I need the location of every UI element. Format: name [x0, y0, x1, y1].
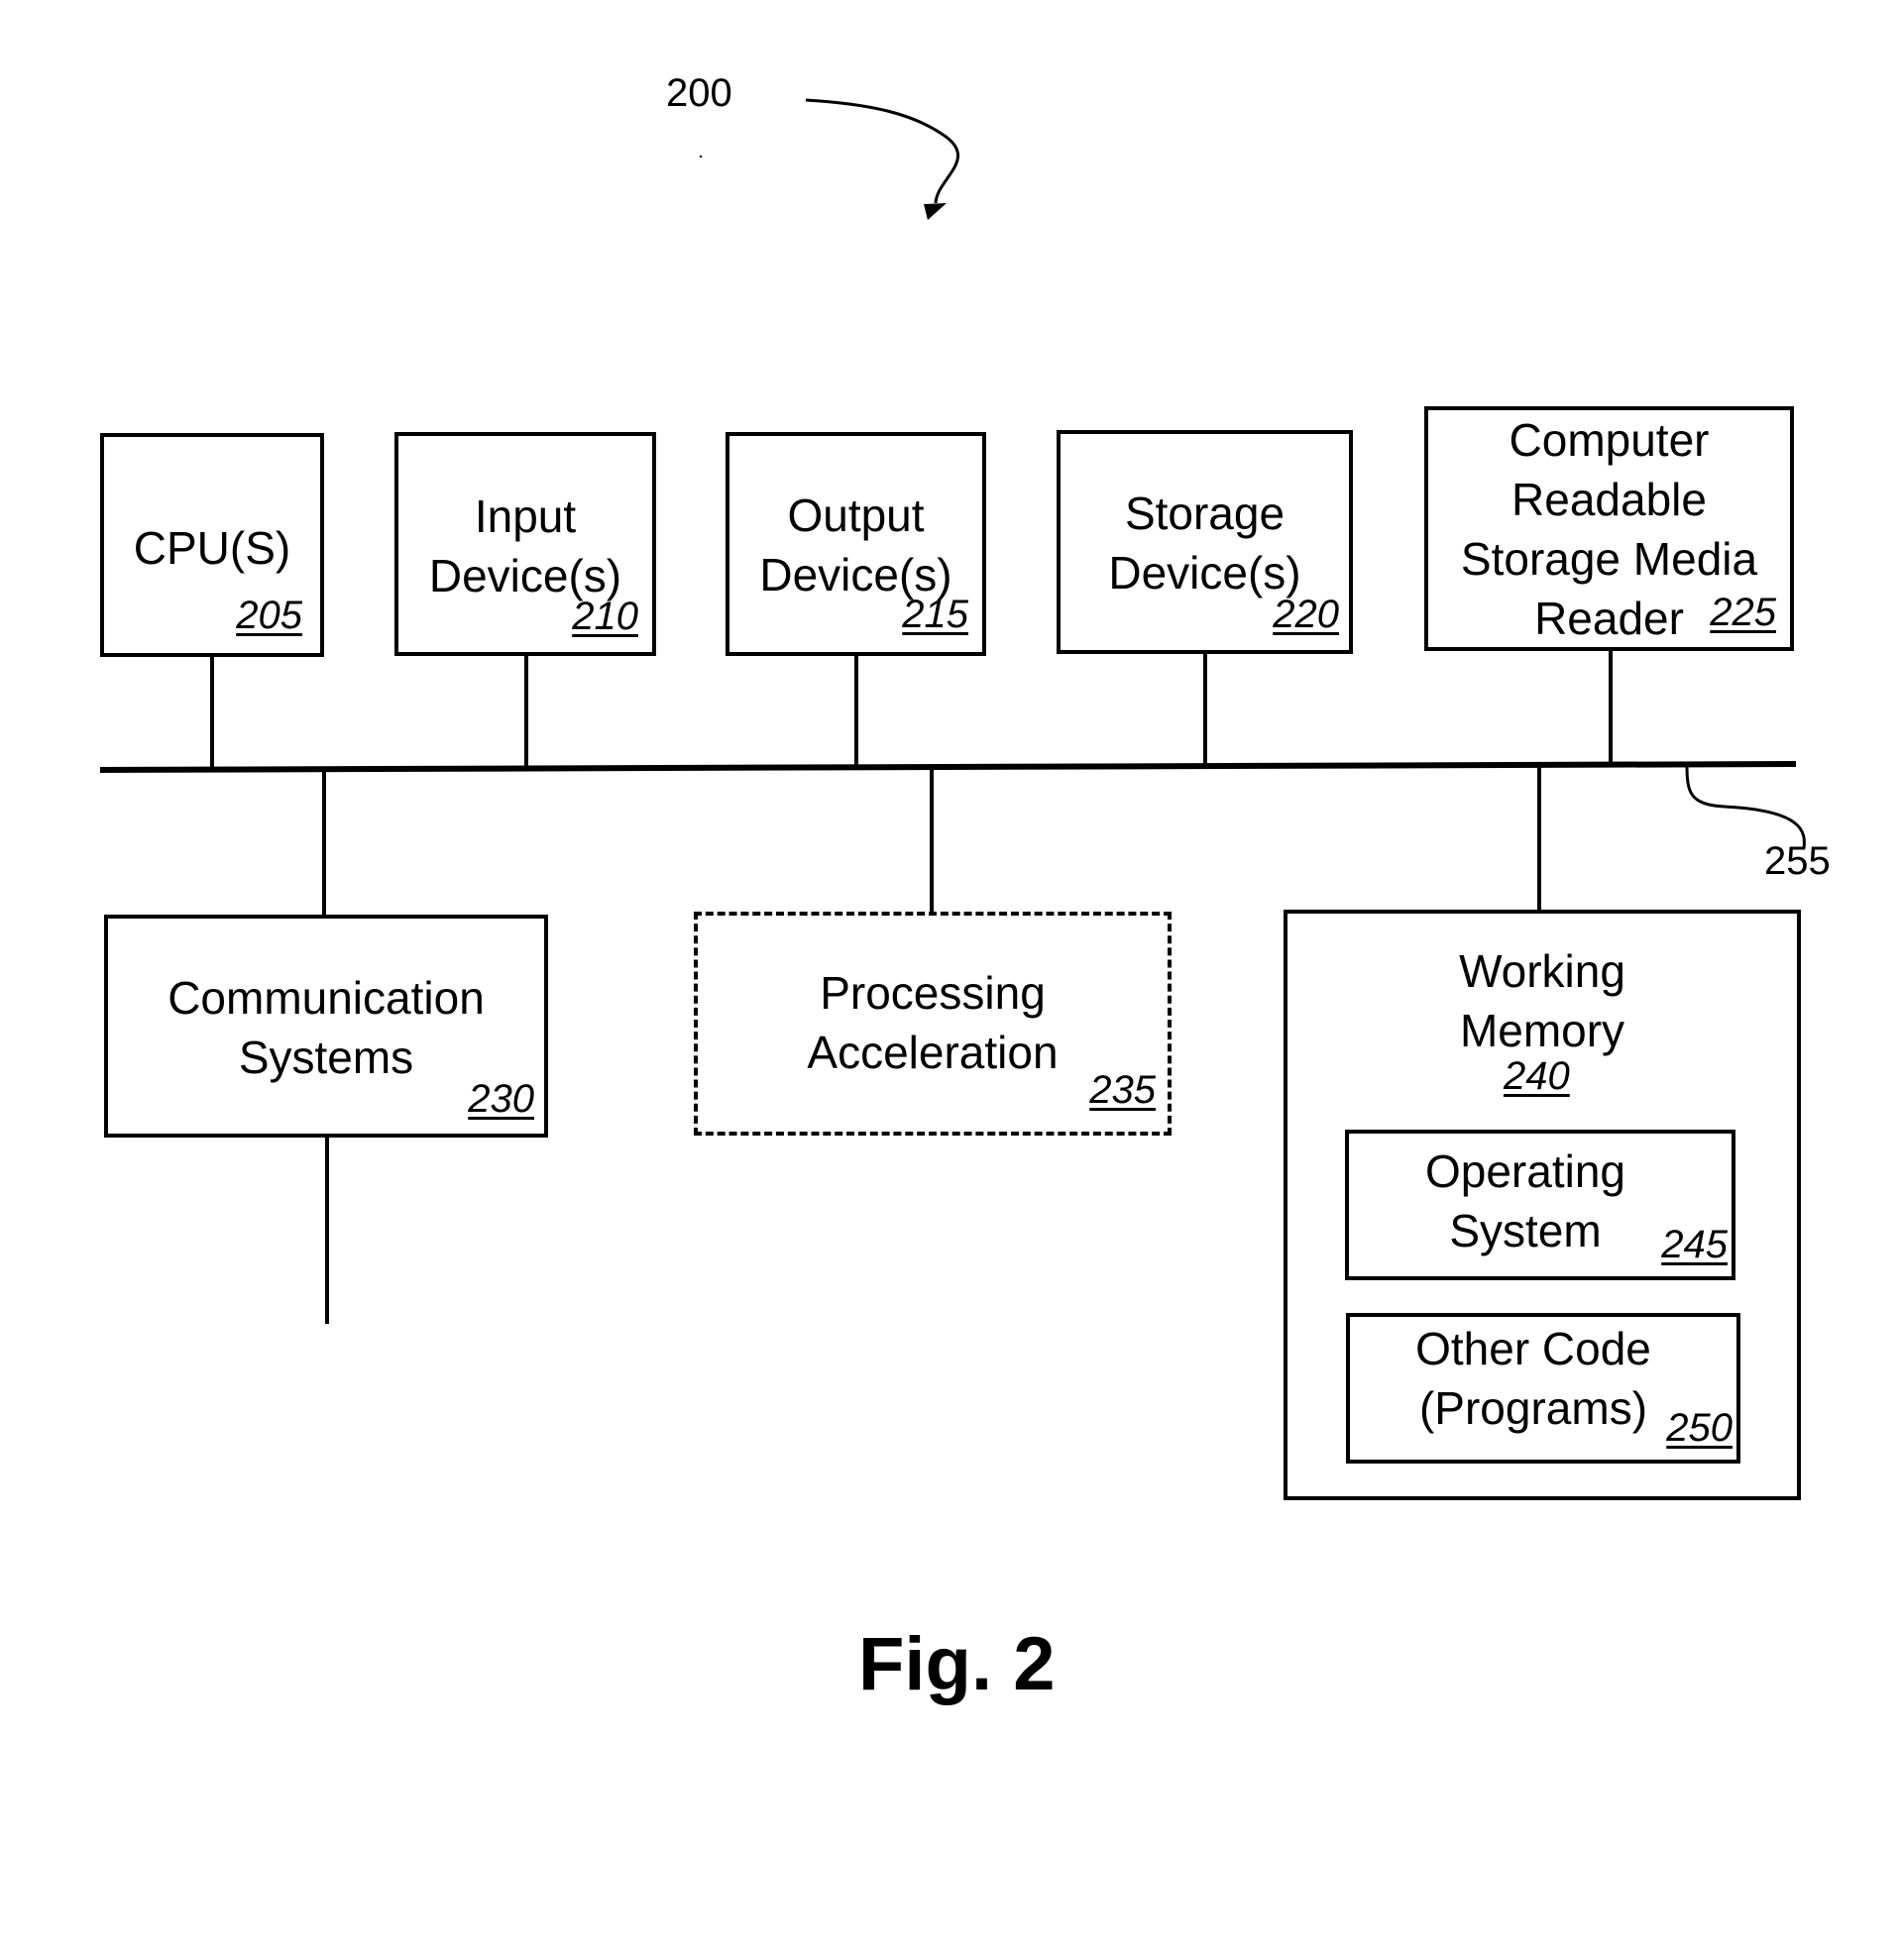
- output-device-box: Output Device(s) 215: [726, 432, 986, 656]
- cpu-label: CPU(S): [133, 522, 291, 574]
- figure-caption: Fig. 2: [858, 1622, 1056, 1706]
- crsm-reader-ref: 225: [1710, 591, 1776, 634]
- processing-acceleration-ref: 235: [1089, 1068, 1156, 1112]
- crsm-reader-box: Computer Readable Storage Media Reader 2…: [1424, 406, 1794, 651]
- input-device-label: Input Device(s): [428, 490, 622, 601]
- other-code-ref: 250: [1666, 1406, 1733, 1450]
- processing-acceleration-box: Processing Acceleration 235: [694, 912, 1172, 1136]
- input-device-ref: 210: [572, 595, 638, 638]
- output-device-ref: 215: [902, 593, 968, 636]
- cpu-box: CPU(S) 205: [100, 433, 324, 657]
- stray-dot: [699, 155, 703, 159]
- working-memory-label: Working Memory: [1459, 945, 1625, 1056]
- operating-system-box: Operating System 245: [1345, 1130, 1735, 1280]
- arrowhead-icon: [924, 203, 947, 220]
- working-memory-box: Working Memory 240 Operating System 245 …: [1284, 910, 1801, 1500]
- bus-ref-label: 255: [1764, 839, 1831, 883]
- storage-device-ref: 220: [1273, 593, 1339, 636]
- working-memory-ref: 240: [1504, 1054, 1570, 1098]
- other-code-box: Other Code (Programs) 250: [1346, 1313, 1740, 1464]
- input-device-box: Input Device(s) 210: [394, 432, 656, 656]
- system-ref-label: 200: [666, 71, 732, 115]
- cpu-ref: 205: [236, 594, 302, 637]
- communication-systems-label: Communication Systems: [168, 972, 485, 1083]
- system-bus: [99, 761, 1797, 773]
- output-device-label: Output Device(s): [759, 490, 952, 600]
- communication-systems-box: Communication Systems 230: [104, 915, 548, 1138]
- system-ref-arrow: [805, 98, 959, 204]
- storage-device-label: Storage Device(s): [1108, 488, 1301, 599]
- bus-ref-leader: [1685, 764, 1806, 849]
- storage-device-box: Storage Device(s) 220: [1057, 430, 1353, 654]
- communication-systems-ref: 230: [468, 1077, 534, 1121]
- processing-acceleration-label: Processing Acceleration: [807, 967, 1059, 1078]
- operating-system-label: Operating System: [1424, 1145, 1625, 1256]
- operating-system-ref: 245: [1661, 1223, 1728, 1266]
- other-code-label: Other Code (Programs): [1415, 1323, 1651, 1434]
